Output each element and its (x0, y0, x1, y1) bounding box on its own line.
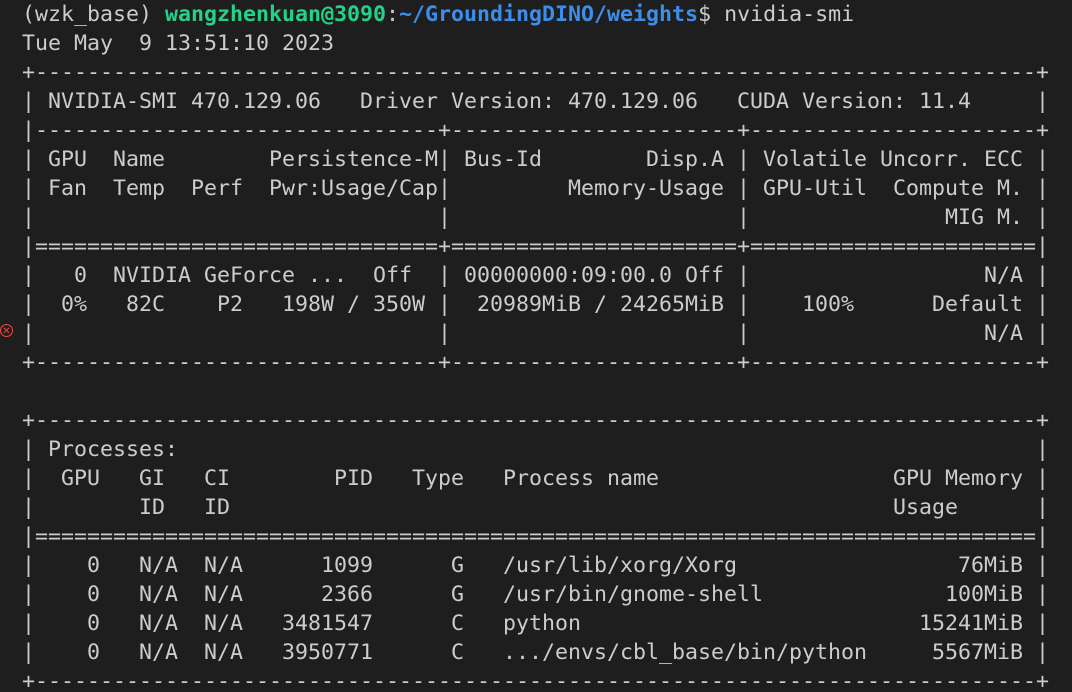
gpu-table-column-header-2: | Fan Temp Perf Pwr:Usage/Cap| Memory-Us… (22, 176, 1050, 201)
process-row: | 0 N/A N/A 3950771 C .../envs/cbl_base/… (22, 640, 1050, 665)
gpu-table-divider: |-------------------------------+-------… (22, 118, 1050, 143)
command-prompt-line: (wzk_base) wangzhenkuan@3090:~/Grounding… (22, 0, 854, 29)
terminal-window[interactable]: (wzk_base) wangzhenkuan@3090:~/Grounding… (0, 0, 1072, 692)
conda-env-label: (wzk_base) (22, 2, 166, 27)
gpu-row-0-line-1: | 0 NVIDIA GeForce ... Off | 00000000:09… (22, 263, 1050, 288)
process-table-border-bottom: +---------------------------------------… (22, 669, 1050, 692)
current-directory: ~/GroundingDINO/weights (399, 2, 699, 27)
process-table-column-header-2: | ID ID Usage | (22, 495, 1050, 520)
gpu-row-0-line-2: | 0% 82C P2 198W / 350W | 20989MiB / 242… (22, 292, 1050, 317)
gpu-table-border-top: +---------------------------------------… (22, 60, 1050, 85)
process-row: | 0 N/A N/A 1099 G /usr/lib/xorg/Xorg 76… (22, 553, 1050, 578)
timestamp-line: Tue May 9 13:51:10 2023 (22, 31, 335, 56)
prompt-separator: : (386, 2, 400, 27)
process-row: | 0 N/A N/A 3481547 C python 15241MiB | (22, 611, 1050, 636)
gpu-table-double-divider: |===============================+=======… (22, 234, 1050, 259)
process-table-column-header-1: | GPU GI CI PID Type Process name GPU Me… (22, 466, 1050, 491)
error-circle-icon[interactable]: ✕ (0, 324, 13, 337)
process-table-double-divider: |=======================================… (22, 524, 1050, 549)
gpu-table-column-header-3: | | | MIG M. | (22, 205, 1050, 230)
process-row: | 0 N/A N/A 2366 G /usr/bin/gnome-shell … (22, 582, 1050, 607)
user-host: wangzhenkuan@3090 (165, 2, 387, 27)
gpu-row-0-line-3: | | | N/A | (22, 321, 1050, 346)
process-table-border-top: +---------------------------------------… (22, 408, 1050, 433)
process-table-title: | Processes: | (22, 437, 1050, 462)
gpu-table-header-versions: | NVIDIA-SMI 470.129.06 Driver Version: … (22, 89, 1050, 114)
command-text: $ nvidia-smi (698, 2, 855, 27)
gpu-table-column-header-1: | GPU Name Persistence-M| Bus-Id Disp.A … (22, 147, 1050, 172)
gpu-table-border-bottom: +-------------------------------+-------… (22, 350, 1050, 375)
